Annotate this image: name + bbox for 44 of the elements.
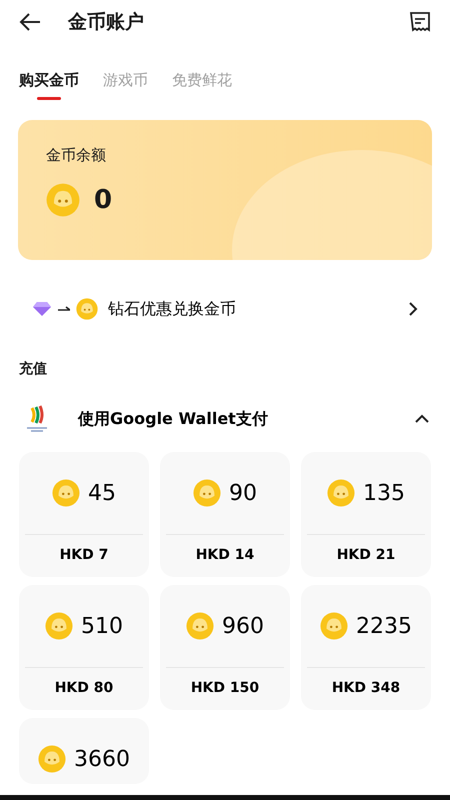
coin-amount: 960 <box>222 614 264 638</box>
balance-label: 金币余额 <box>46 146 107 165</box>
package-price: HKD 150 <box>190 679 260 698</box>
package-price: HKD 7 <box>58 546 110 565</box>
coin-icon <box>46 183 80 217</box>
coin-amount: 510 <box>81 614 123 638</box>
receipt-button[interactable] <box>408 10 432 34</box>
package-price: HKD 21 <box>336 546 396 565</box>
balance-amount: 0 <box>94 185 112 215</box>
coin-icon <box>76 298 98 320</box>
coin-package-card[interactable]: 510 HKD 80 <box>19 585 149 710</box>
payment-method-row[interactable]: 使用Google Wallet支付 <box>0 398 450 440</box>
coin-package-card[interactable]: 960 HKD 150 <box>160 585 290 710</box>
exchange-label: 钻石优惠兑换金币 <box>108 298 237 320</box>
coin-amount: 3660 <box>74 746 130 772</box>
package-price: HKD 14 <box>194 546 256 565</box>
coin-package-card[interactable]: 135 HKD 21 <box>301 452 431 577</box>
package-price: HKD 348 <box>330 679 402 698</box>
coin-icon <box>45 612 73 640</box>
coin-package-card[interactable]: 2235 HKD 348 <box>301 585 431 710</box>
coin-amount: 2235 <box>356 614 412 638</box>
coin-icon <box>320 612 348 640</box>
coin-icon <box>193 479 221 507</box>
payment-method-label: 使用Google Wallet支付 <box>78 408 269 430</box>
section-title: 充值 <box>19 360 48 378</box>
wallet-logo-icon <box>24 404 50 434</box>
coin-icon <box>186 612 214 640</box>
diamond-icon <box>32 301 52 317</box>
coin-icon <box>52 479 80 507</box>
exchange-row[interactable]: 钻石优惠兑换金币 <box>0 292 450 326</box>
page-title: 金币账户 <box>68 10 145 35</box>
coin-amount: 45 <box>88 480 116 506</box>
coin-package-card[interactable]: 90 HKD 14 <box>160 452 290 577</box>
back-button[interactable] <box>18 12 42 32</box>
chevron-up-icon <box>414 414 430 424</box>
coin-amount: 135 <box>363 480 405 506</box>
coin-icon <box>38 745 66 773</box>
coin-icon <box>327 479 355 507</box>
coin-amount: 90 <box>229 480 257 506</box>
package-price: HKD 80 <box>54 679 114 698</box>
coin-package-card[interactable]: 3660 <box>19 718 149 784</box>
coin-package-card[interactable]: 45 HKD 7 <box>19 452 149 577</box>
chevron-right-icon <box>408 302 418 316</box>
tab[interactable]: 购买金币 <box>19 68 79 100</box>
